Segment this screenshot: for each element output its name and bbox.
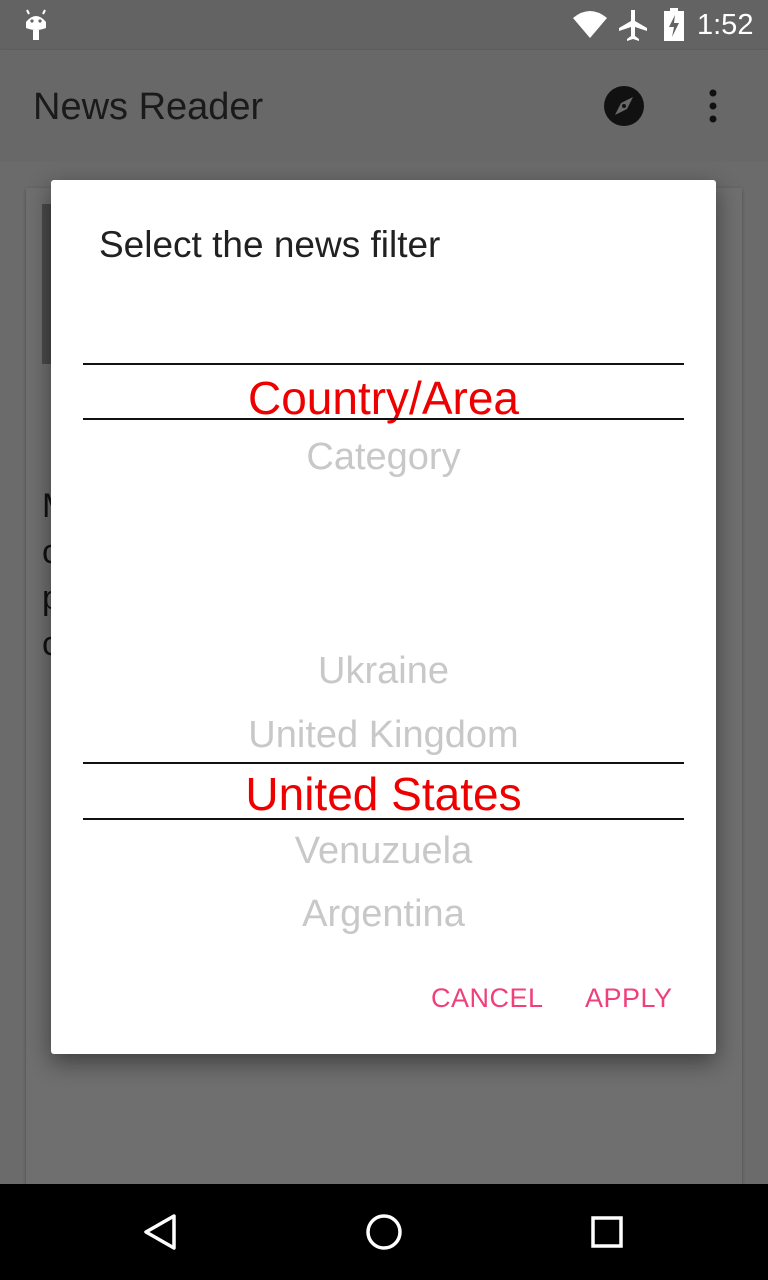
picker-item[interactable]: Venuzuela [83, 830, 684, 873]
status-time: 1:52 [697, 9, 754, 41]
filter-value-picker[interactable]: Ukraine United Kingdom United States Ven… [83, 650, 684, 950]
filter-type-picker[interactable]: Country/Area Category [83, 363, 684, 483]
navigation-bar [0, 1184, 768, 1280]
dialog-title: Select the news filter [99, 224, 441, 265]
picker-divider [83, 818, 684, 820]
picker-item[interactable]: Ukraine [83, 650, 684, 693]
wifi-icon [572, 10, 608, 45]
picker-selected-item[interactable]: Country/Area [83, 371, 684, 425]
home-icon[interactable] [364, 1212, 404, 1257]
airplane-icon [617, 8, 649, 47]
picker-item[interactable]: Argentina [83, 893, 684, 936]
screen: 1:52 News Reader M c p [0, 0, 768, 1280]
battery-charging-icon [663, 8, 685, 47]
status-bar: 1:52 [0, 0, 768, 50]
picker-item[interactable]: Category [83, 436, 684, 479]
picker-selected-item[interactable]: United States [83, 767, 684, 821]
android-icon [22, 8, 50, 47]
more-vert-icon[interactable] [707, 88, 719, 129]
app-title: News Reader [33, 86, 264, 128]
picker-divider [83, 363, 684, 365]
app-bar: News Reader [0, 50, 768, 162]
news-filter-dialog: Select the news filter Country/Area Cate… [51, 180, 716, 1054]
cancel-button[interactable]: CANCEL [431, 983, 544, 1014]
picker-item[interactable]: United Kingdom [83, 714, 684, 757]
picker-divider [83, 762, 684, 764]
picker-divider [83, 418, 684, 420]
compass-icon[interactable] [603, 85, 645, 132]
recents-icon[interactable] [590, 1215, 624, 1254]
apply-button[interactable]: APPLY [585, 983, 673, 1014]
back-icon[interactable] [140, 1212, 180, 1257]
